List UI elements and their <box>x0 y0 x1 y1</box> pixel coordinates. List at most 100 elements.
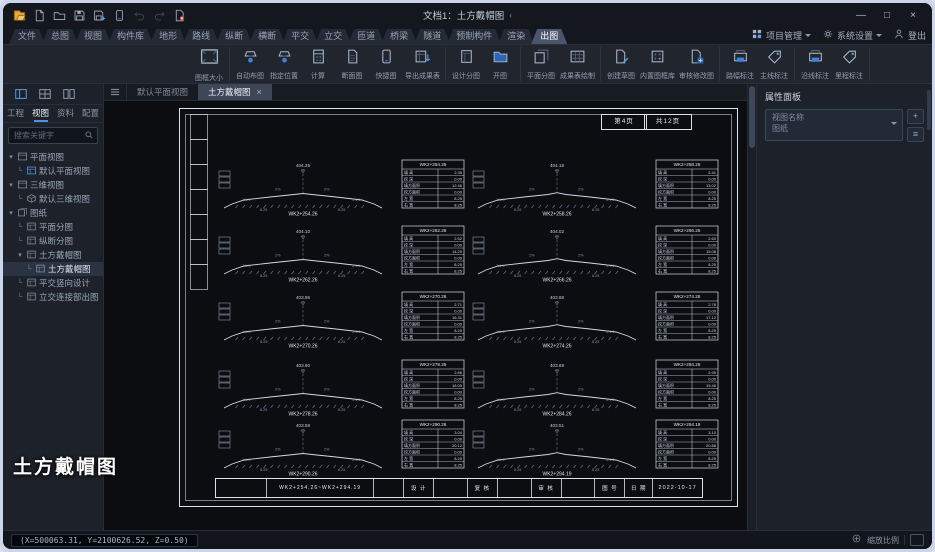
scrollbar-thumb[interactable] <box>749 86 755 148</box>
ribbon-tab-渲染[interactable]: 渲染 <box>498 29 534 44</box>
ribbon-tab-出图[interactable]: 出图 <box>531 29 567 44</box>
tree-item-土方戴帽图[interactable]: ▾土方戴帽图 <box>3 248 103 262</box>
save-icon[interactable] <box>69 6 89 24</box>
tree-item-平交竖向设计[interactable]: └平交竖向设计 <box>3 276 103 290</box>
ribbon-tab-平交[interactable]: 平交 <box>282 29 318 44</box>
toolbar-button-指定位置[interactable]: 指定位置 <box>267 47 301 81</box>
toolbar-button-开图[interactable]: 开图 <box>483 47 517 81</box>
redo-icon[interactable] <box>149 6 169 24</box>
ribbon-tab-构件库[interactable]: 构件库 <box>108 29 153 44</box>
save-as-icon[interactable] <box>89 6 109 24</box>
tree-item-默认平面视图[interactable]: └默认平面视图 <box>3 164 103 178</box>
toolbar-button-快捷图[interactable]: 快捷图 <box>369 47 403 81</box>
ribbon-toolbar: 图框大小自动布图指定位置计算断面图快捷图导出成果表设计分图开图平面分图成果表绘制… <box>3 45 932 84</box>
chevron-down-icon <box>805 34 811 40</box>
account-action-登出[interactable]: 登出 <box>893 28 926 42</box>
caret-down-icon[interactable]: ▾ <box>7 209 15 217</box>
tree-item-立交连接部出图[interactable]: └立交连接部出图 <box>3 290 103 304</box>
panel-grid-toggle[interactable] <box>35 87 55 102</box>
document-tab-默认平面视图[interactable]: 默认平面视图 <box>127 84 198 100</box>
toolbar-button-计算[interactable]: 计算 <box>301 47 335 81</box>
tree-item-三维视图[interactable]: ▾三维视图 <box>3 178 103 192</box>
close-icon[interactable]: × <box>257 87 262 97</box>
ribbon-tab-总图[interactable]: 总图 <box>42 29 78 44</box>
caret-down-icon[interactable]: ▾ <box>16 251 24 259</box>
sidebar-tab-资料[interactable]: 资料 <box>53 105 78 122</box>
search-box[interactable] <box>8 127 98 144</box>
account-action-项目管理[interactable]: 项目管理 <box>751 28 811 42</box>
toolbar-button-自动布图[interactable]: 自动布图 <box>233 47 267 81</box>
undo-icon[interactable] <box>129 6 149 24</box>
toolbar-button-成果表绘制[interactable]: 成果表绘制 <box>558 47 597 81</box>
sidebar-tab-视图[interactable]: 视图 <box>28 105 53 122</box>
svg-text:8.25: 8.25 <box>592 274 599 278</box>
open-icon[interactable] <box>49 6 69 24</box>
ribbon-tab-预制构件[interactable]: 预制构件 <box>447 29 501 44</box>
export-icon[interactable] <box>169 6 189 24</box>
svg-text:403.80: 403.80 <box>296 363 310 368</box>
account-action-系统设置[interactable]: 系统设置 <box>822 28 882 42</box>
toolbar-button-里程标注[interactable]: 里程标注 <box>832 47 866 81</box>
ribbon-tab-地形[interactable]: 地形 <box>150 29 186 44</box>
toolbar-button-设计分图[interactable]: 设计分图 <box>449 47 483 81</box>
panel-single-toggle[interactable] <box>11 87 31 102</box>
toolbar-group: 平面分图成果表绘制 <box>521 47 601 81</box>
toolbar-button-平面分图[interactable]: 平面分图 <box>524 47 558 81</box>
toolbar-button-label: 路幅标注 <box>726 71 754 81</box>
tree-item-图纸[interactable]: ▾图纸 <box>3 206 103 220</box>
maximize-button[interactable]: □ <box>874 5 900 25</box>
toolbar-button-导出成果表[interactable]: 导出成果表 <box>403 47 442 81</box>
tree-item-默认三维视图[interactable]: └默认三维视图 <box>3 192 103 206</box>
toolbar-button-label: 里程标注 <box>835 71 863 81</box>
svg-text:0.00: 0.00 <box>708 256 717 261</box>
ribbon-tab-纵断[interactable]: 纵断 <box>216 29 252 44</box>
tree-item-平面视图[interactable]: ▾平面视图 <box>3 150 103 164</box>
add-property-button[interactable]: + <box>907 109 924 124</box>
canvas-vertical-scrollbar[interactable] <box>747 84 756 530</box>
stamp-icon <box>649 48 666 70</box>
ribbon-tab-桥梁[interactable]: 桥梁 <box>381 29 417 44</box>
view-selector-dropdown[interactable]: 视图名称 图纸 <box>765 109 903 141</box>
close-button[interactable]: × <box>900 5 926 25</box>
tree-item-土方戴帽图[interactable]: └土方戴帽图 <box>3 262 103 276</box>
caret-down-icon[interactable]: ▾ <box>7 181 15 189</box>
tree-item-平面分图[interactable]: └平面分图 <box>3 220 103 234</box>
minimize-button[interactable]: — <box>848 5 874 25</box>
zoom-scale-icon[interactable] <box>851 531 862 549</box>
ribbon-tab-文件[interactable]: 文件 <box>9 29 45 44</box>
caret-down-icon[interactable]: ▾ <box>7 153 15 161</box>
panel-split-toggle[interactable] <box>59 87 79 102</box>
ribbon-tab-隧道[interactable]: 隧道 <box>414 29 450 44</box>
document-tab-土方戴帽图[interactable]: 土方戴帽图× <box>198 84 272 100</box>
collapse-ribbon-icon[interactable]: ‹ <box>509 11 512 20</box>
ribbon-tab-视图[interactable]: 视图 <box>75 29 111 44</box>
sidebar-tab-工程[interactable]: 工程 <box>3 105 28 122</box>
sidebar-tab-配置[interactable]: 配置 <box>78 105 103 122</box>
screenshot-icon[interactable] <box>109 6 129 24</box>
new-file-icon[interactable] <box>29 6 49 24</box>
cross-section-WK2+266.26: 404.021:1.51:1.52%2%8.258.25WK2+266.26WK… <box>472 223 722 288</box>
toolbar-button-创建草图[interactable]: 创建草图 <box>604 47 638 81</box>
toolbar-button-主线标注[interactable]: 主线标注 <box>757 47 791 81</box>
toolbar-button-内置图框库[interactable]: 内置图框库 <box>638 47 677 81</box>
toolbar-button-路幅标注[interactable]: 路幅标注 <box>723 47 757 81</box>
fit-view-button[interactable] <box>910 534 924 546</box>
ribbon-tab-横断[interactable]: 横断 <box>249 29 285 44</box>
cross-section-WK2+284.26: 403.691:1.51:1.52%2%8.258.25WK2+284.26WK… <box>472 357 722 422</box>
search-input[interactable] <box>12 130 82 141</box>
panel-scrollbar-thumb[interactable] <box>927 90 931 130</box>
property-menu-button[interactable]: ≡ <box>907 127 924 142</box>
drawing-viewport[interactable]: 第4页 共12页 404.251:1.51:1.52%2%8.258.25WK2… <box>104 101 747 530</box>
tree-item-纵断分图[interactable]: └纵断分图 <box>3 234 103 248</box>
svg-text:403.88: 403.88 <box>550 295 564 300</box>
ribbon-tab-立交[interactable]: 立交 <box>315 29 351 44</box>
ribbon-tab-路线[interactable]: 路线 <box>183 29 219 44</box>
svg-text:填方面积: 填方面积 <box>404 314 420 320</box>
ribbon-tab-匝道[interactable]: 匝道 <box>348 29 384 44</box>
toolbar-button-断面图[interactable]: 断面图 <box>335 47 369 81</box>
tab-list-icon[interactable] <box>104 84 127 100</box>
v3d-icon <box>24 193 39 206</box>
toolbar-button-沿线标注[interactable]: 沿线标注 <box>798 47 832 81</box>
toolbar-button-图框大小[interactable]: 图框大小 <box>192 47 226 81</box>
toolbar-button-审核修改图[interactable]: 审核修改图 <box>677 47 716 81</box>
